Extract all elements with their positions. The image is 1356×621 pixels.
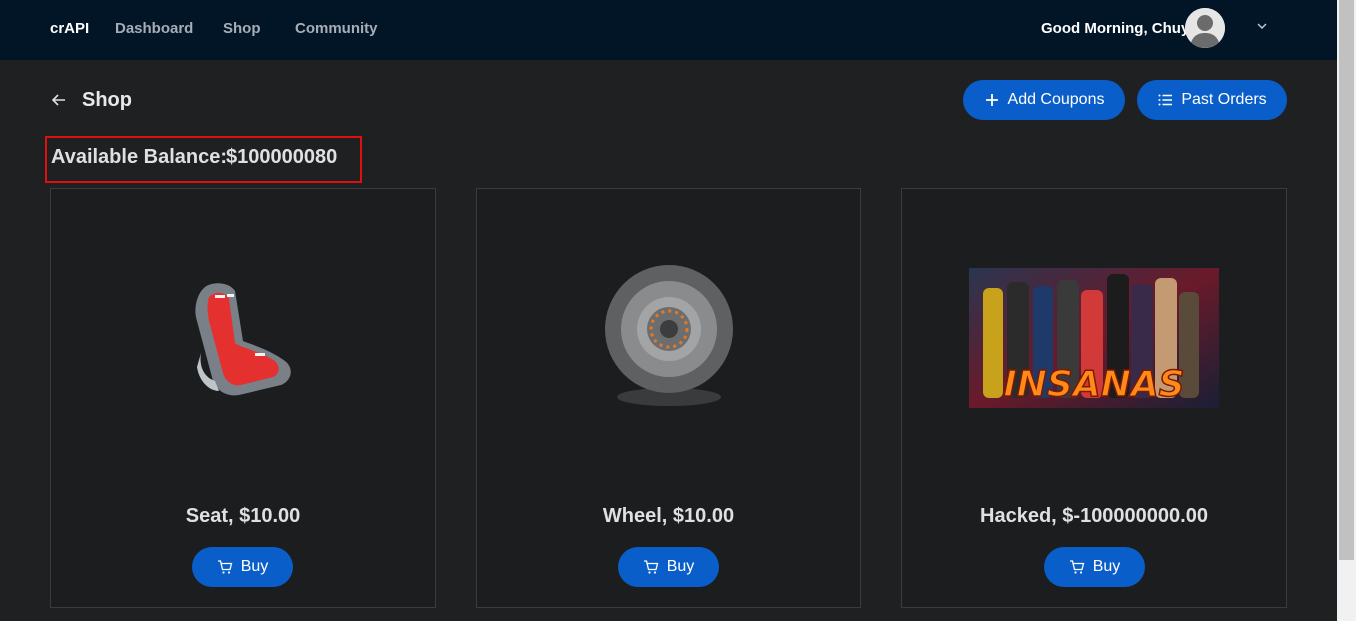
buy-label: Buy <box>1092 558 1121 575</box>
cart-icon <box>643 560 659 574</box>
cart-icon <box>217 560 233 574</box>
nav-community[interactable]: Community <box>295 20 378 37</box>
plus-icon <box>985 94 998 106</box>
ordered-list-icon <box>1158 94 1173 106</box>
buy-button[interactable]: Buy <box>1044 547 1145 587</box>
top-navbar: crAPI Dashboard Shop Community Good Morn… <box>0 0 1337 60</box>
hacked-banner-image: INSANAS <box>969 268 1219 408</box>
product-title: Hacked, $-100000000.00 <box>980 505 1208 527</box>
add-coupons-label: Add Coupons <box>1007 91 1105 108</box>
greeting-text: Good Morning, Chuy! <box>1041 20 1195 37</box>
past-orders-label: Past Orders <box>1181 91 1267 108</box>
balance-label: Available Balance: <box>51 146 228 168</box>
user-avatar[interactable] <box>1185 8 1225 48</box>
banner-text: INSANAS <box>1003 364 1184 405</box>
seat-image <box>195 283 291 396</box>
buy-label: Buy <box>666 558 695 575</box>
buy-button[interactable]: Buy <box>192 547 293 587</box>
user-silhouette-icon <box>1185 8 1225 48</box>
wheel-image <box>605 265 733 406</box>
balance-value: $100000080 <box>226 146 338 168</box>
product-title: Wheel, $10.00 <box>602 505 735 527</box>
back-arrow-icon[interactable] <box>50 91 68 109</box>
product-card-wheel: Wheel, $10.00 Buy <box>476 188 861 608</box>
cart-icon <box>1069 560 1085 574</box>
product-card-hacked: INSANAS Hacked, $-100000000.00 Buy <box>901 188 1287 608</box>
buy-label: Buy <box>240 558 269 575</box>
brand-logo[interactable]: crAPI <box>50 20 89 37</box>
nav-shop[interactable]: Shop <box>223 20 261 37</box>
page-title: Shop <box>82 89 132 111</box>
past-orders-button[interactable]: Past Orders <box>1137 80 1287 120</box>
nav-dashboard[interactable]: Dashboard <box>115 20 193 37</box>
page-scrollbar-thumb[interactable] <box>1339 0 1354 560</box>
product-title: Seat, $10.00 <box>185 505 301 527</box>
add-coupons-button[interactable]: Add Coupons <box>963 80 1125 120</box>
buy-button[interactable]: Buy <box>618 547 719 587</box>
product-card-seat: Seat, $10.00 Buy <box>50 188 436 608</box>
chevron-down-icon[interactable] <box>1255 19 1269 33</box>
